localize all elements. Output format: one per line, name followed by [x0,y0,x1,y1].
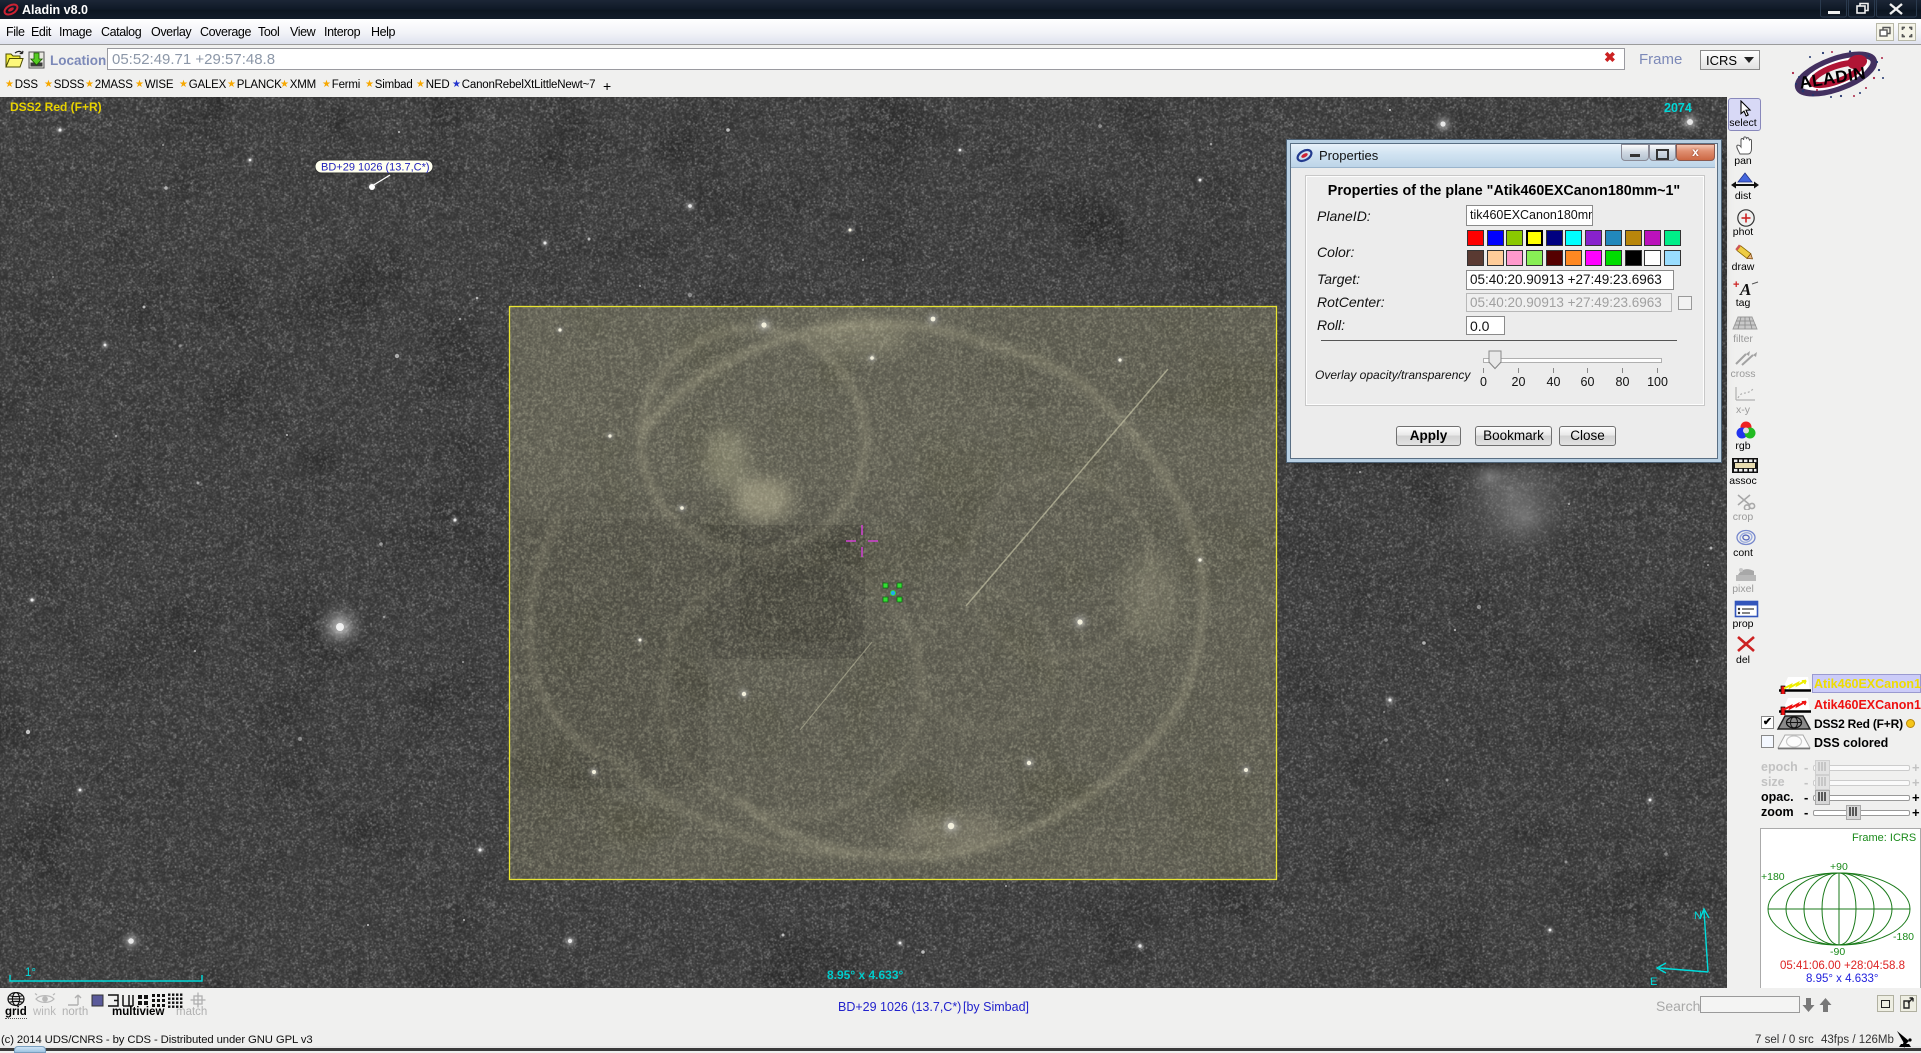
svg-text:8.95° x 4.633°: 8.95° x 4.633° [1806,973,1879,985]
svg-text:05:41:06.00 +28:04:58.8: 05:41:06.00 +28:04:58.8 [1780,960,1905,972]
svg-text:N: N [1694,910,1702,922]
svg-text:+90: +90 [1830,861,1848,873]
svg-text:8.95° x 4.633°: 8.95° x 4.633° [827,968,904,982]
svg-text:-90: -90 [1830,946,1845,958]
svg-text:2074: 2074 [1664,101,1692,115]
svg-text:+180: +180 [1761,871,1785,883]
svg-text:E: E [1650,976,1657,988]
svg-text:+: + [1733,279,1739,291]
svg-text:-180: -180 [1893,931,1914,943]
svg-text:DSS2 Red (F+R): DSS2 Red (F+R) [10,100,102,114]
svg-text:BD+29 1026 (13.7,C*): BD+29 1026 (13.7,C*) [321,162,430,174]
svg-text:1°: 1° [25,967,36,979]
svg-text:Frame: ICRS: Frame: ICRS [1852,832,1916,844]
